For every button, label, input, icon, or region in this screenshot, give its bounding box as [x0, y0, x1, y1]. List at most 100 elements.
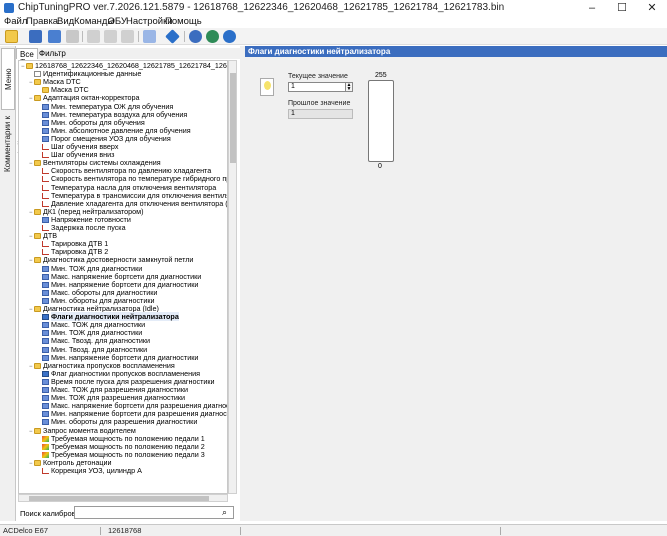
save-as-icon[interactable]: [48, 30, 61, 43]
copy-icon[interactable]: [87, 30, 100, 43]
tree-horizontal-scrollbar[interactable]: [18, 494, 228, 502]
previous-value-field: 1: [288, 109, 353, 119]
undo-icon[interactable]: [121, 30, 134, 43]
status-bar: ACDelco E67 12618768: [0, 524, 667, 536]
folder-icon: [26, 63, 33, 70]
stepper-arrows-icon[interactable]: ▲ ▼: [345, 83, 352, 92]
status-divider: [500, 527, 501, 535]
tbl-icon: [42, 265, 49, 272]
folder-icon: [34, 306, 41, 313]
status-divider: [240, 527, 241, 535]
folder-icon: [34, 95, 41, 102]
tbl-icon: [42, 281, 49, 288]
search-input[interactable]: [74, 506, 234, 519]
current-value-label: Текущее значение: [288, 73, 348, 80]
gauge-max-label: 255: [375, 72, 387, 79]
tbl-icon: [42, 330, 49, 337]
window-title: ChipTuningPRO ver.7.2026.121.5879 - 1261…: [18, 2, 505, 13]
toolbar-separator: [184, 31, 185, 42]
gauge-min-label: 0: [378, 163, 382, 170]
current-value: 1: [291, 83, 295, 90]
status-ecu: ACDelco E67: [3, 526, 49, 535]
tbl-icon: [42, 387, 49, 394]
tbl-icon: [42, 135, 49, 142]
folder-icon: [34, 459, 41, 466]
menu-edit[interactable]: Правка: [26, 16, 58, 28]
title-bar: ChipTuningPRO ver.7.2026.121.5879 - 1261…: [0, 0, 667, 16]
editor-pane: Флаги диагностики нейтрализатора Текущее…: [245, 46, 667, 521]
folder-icon: [34, 362, 41, 369]
tbl-icon: [42, 273, 49, 280]
tree-item[interactable]: Коррекция УОЗ, цилиндр А: [37, 467, 142, 475]
open-folder-icon[interactable]: [5, 30, 18, 43]
tab-all[interactable]: Все: [16, 48, 38, 59]
tab-calibration-menu[interactable]: Меню калибровок: [1, 48, 27, 110]
folder-icon: [34, 208, 41, 215]
doc-icon: [34, 71, 41, 78]
app-icon: [4, 3, 14, 13]
edit-icon[interactable]: [66, 30, 79, 43]
calibration-tree: −12618768_12622346_12620468_12621785_126…: [18, 60, 228, 494]
lightbulb-icon[interactable]: [260, 78, 274, 96]
left-tabs: Все Фильтр: [16, 48, 244, 59]
checksum-icon[interactable]: [206, 30, 219, 43]
tbl-icon: [42, 289, 49, 296]
paste-icon[interactable]: [104, 30, 117, 43]
minimize-button[interactable]: –: [577, 0, 607, 16]
previous-value-label: Прошлое значение: [288, 100, 351, 107]
tbl-icon: [42, 346, 49, 353]
tbl-icon: [42, 322, 49, 329]
search-settings-icon[interactable]: [189, 30, 202, 43]
close-button[interactable]: ✕: [637, 0, 667, 16]
flag-icon: [42, 370, 49, 377]
panel-title: Флаги диагностики нейтрализатора: [245, 46, 667, 57]
flag-icon: [42, 314, 49, 321]
tbl-icon: [42, 216, 49, 223]
folder-icon: [34, 233, 41, 240]
tab-file-comments[interactable]: Комментарии к файлу: [1, 112, 26, 176]
status-divider: [100, 527, 101, 535]
curve-icon: [42, 468, 49, 475]
toolbar: [0, 28, 667, 45]
menu-help[interactable]: Помощь: [165, 16, 202, 28]
tbl-icon: [42, 103, 49, 110]
help-icon[interactable]: [223, 30, 236, 43]
tools-icon[interactable]: [143, 30, 156, 43]
current-value-stepper[interactable]: 1 ▲ ▼: [288, 82, 353, 92]
curve-icon: [42, 168, 49, 175]
menu-bar: Файл Правка Вид Команды ЭБУ Настройки По…: [0, 16, 667, 28]
toolbar-separator: [82, 31, 83, 42]
scroll-thumb[interactable]: [29, 496, 209, 501]
curve-icon: [42, 144, 49, 151]
curve-icon: [42, 184, 49, 191]
tbl-icon: [42, 403, 49, 410]
menu-file[interactable]: Файл: [4, 16, 27, 28]
scroll-thumb[interactable]: [230, 73, 236, 163]
nav-diamond-icon[interactable]: [165, 29, 180, 44]
tbl-icon: [42, 127, 49, 134]
tbl-icon: [42, 119, 49, 126]
toolbar-separator: [138, 31, 139, 42]
maximize-button[interactable]: ☐: [607, 0, 637, 16]
map3d-icon: [42, 435, 49, 442]
tbl-icon: [42, 395, 49, 402]
tree-item-label: Задержка после пуска: [51, 223, 126, 232]
map3d-icon: [42, 443, 49, 450]
curve-icon: [42, 176, 49, 183]
curve-icon: [42, 241, 49, 248]
tbl-icon: [42, 411, 49, 418]
folder-icon: [34, 79, 41, 86]
search-icon[interactable]: ⌕: [222, 508, 231, 517]
folder-icon: [34, 257, 41, 264]
folder-icon: [34, 427, 41, 434]
tree-vertical-scrollbar[interactable]: [228, 60, 237, 494]
status-software-id: 12618768: [108, 526, 142, 535]
curve-icon: [42, 192, 49, 199]
value-gauge[interactable]: [368, 80, 394, 162]
tab-filter[interactable]: Фильтр: [36, 48, 69, 59]
save-icon[interactable]: [29, 30, 42, 43]
tbl-icon: [42, 111, 49, 118]
menu-view[interactable]: Вид: [57, 16, 74, 28]
tbl-icon: [42, 378, 49, 385]
menu-ecu[interactable]: ЭБУ: [108, 16, 127, 28]
